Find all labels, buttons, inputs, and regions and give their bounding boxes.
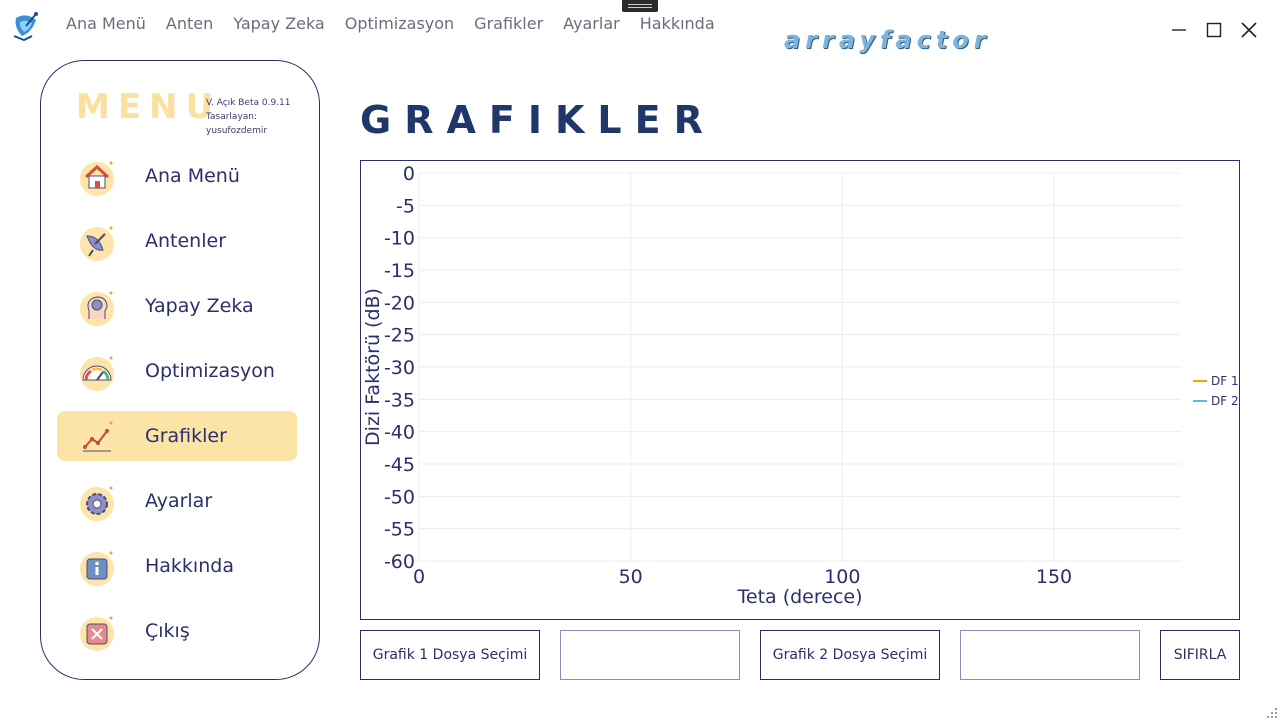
home-icon <box>77 157 117 197</box>
sidebar-item-hakkinda[interactable]: Hakkında <box>57 541 297 591</box>
author-label: Tasarlayan: yusufozdemir <box>206 112 268 136</box>
brand-logo: arrayfactor <box>784 26 991 54</box>
x-tick-label: 50 <box>619 566 643 588</box>
brain-head-icon <box>77 287 117 327</box>
window-drag-handle[interactable] <box>622 0 658 12</box>
file-1-select-button[interactable]: Grafik 1 Dosya Seçimi <box>360 630 540 680</box>
chart-panel[interactable]: 0 50 100 150 0 -5 -10 -15 -20 -25 -30 -35 -40 -45 -50… <box>360 160 1240 620</box>
legend-label: DF 1 <box>1211 374 1239 388</box>
close-button[interactable] <box>1231 18 1266 42</box>
window-controls <box>1161 18 1266 42</box>
array-factor-chart: 0 50 100 150 0 -5 -10 -15 -20 -25 -30 -35 -40 -45 -50… <box>362 163 1239 608</box>
y-tick-label: 0 <box>403 163 415 185</box>
sidebar-item-label: Ayarlar <box>145 490 213 512</box>
maximize-button[interactable] <box>1196 18 1231 42</box>
x-ticks: 0 50 100 150 <box>413 566 1072 588</box>
menu-grafikler[interactable]: Grafikler <box>464 14 553 33</box>
maximize-icon <box>1206 22 1221 38</box>
sidebar-item-label: Hakkında <box>145 555 234 577</box>
y-tick-label: -25 <box>384 325 415 347</box>
sidebar: MENU V. Açık Beta 0.9.11 Tasarlayan: yus… <box>40 60 320 680</box>
sidebar-item-label: Grafikler <box>145 425 227 447</box>
menu-hakkinda[interactable]: Hakkında <box>630 14 725 33</box>
file-2-select-button[interactable]: Grafik 2 Dosya Seçimi <box>760 630 940 680</box>
line-chart-icon <box>77 417 117 457</box>
x-tick-label: 150 <box>1036 566 1072 588</box>
reset-button[interactable]: SIFIRLA <box>1160 630 1240 680</box>
menu-ana-menu[interactable]: Ana Menü <box>56 14 156 33</box>
legend-label: DF 2 <box>1211 394 1239 408</box>
x-axis-label: Teta (derece) <box>737 586 863 608</box>
y-tick-label: -55 <box>384 519 415 541</box>
file-1-path-field[interactable] <box>560 630 740 680</box>
sidebar-item-optimizasyon[interactable]: Optimizasyon <box>57 346 297 396</box>
x-tick-label: 100 <box>824 566 860 588</box>
sidebar-item-antenler[interactable]: Antenler <box>57 216 297 266</box>
y-ticks: 0 -5 -10 -15 -20 -25 -30 -35 -40 -45 -50 -55 -60 <box>384 163 415 573</box>
file-2-path-field[interactable] <box>960 630 1140 680</box>
version-info: V. Açık Beta 0.9.11 Tasarlayan: yusufozd… <box>206 96 319 138</box>
sidebar-item-label: Çıkış <box>145 620 190 642</box>
y-tick-label: -20 <box>384 292 415 314</box>
sidebar-item-label: Antenler <box>145 230 227 252</box>
gear-icon <box>77 482 117 522</box>
sidebar-item-label: Yapay Zeka <box>145 295 254 317</box>
sidebar-item-label: Optimizasyon <box>145 360 275 382</box>
y-tick-label: -60 <box>384 551 415 573</box>
sidebar-title: MENU <box>76 87 222 127</box>
gauge-icon <box>77 352 117 392</box>
sidebar-item-ayarlar[interactable]: Ayarlar <box>57 476 297 526</box>
sidebar-item-cikis[interactable]: Çıkış <box>57 606 297 656</box>
sidebar-item-label: Ana Menü <box>145 165 240 187</box>
y-tick-label: -30 <box>384 357 415 379</box>
y-tick-label: -15 <box>384 260 415 282</box>
menu-anten[interactable]: Anten <box>156 14 223 33</box>
page-title: GRAFIKLER <box>360 98 716 142</box>
exit-icon <box>77 612 117 652</box>
sidebar-item-grafikler[interactable]: Grafikler <box>57 411 297 461</box>
y-tick-label: -5 <box>396 195 415 217</box>
y-tick-label: -45 <box>384 454 415 476</box>
y-tick-label: -50 <box>384 486 415 508</box>
close-icon <box>1240 22 1257 38</box>
minimize-button[interactable] <box>1161 18 1196 42</box>
y-tick-label: -40 <box>384 422 415 444</box>
sidebar-item-yapay-zeka[interactable]: Yapay Zeka <box>57 281 297 331</box>
menu-optimizasyon[interactable]: Optimizasyon <box>335 14 464 33</box>
menu-ayarlar[interactable]: Ayarlar <box>553 14 630 33</box>
info-icon <box>77 547 117 587</box>
y-tick-label: -10 <box>384 228 415 250</box>
app-logo-icon <box>10 10 42 42</box>
chart-grid <box>418 172 1181 562</box>
menubar: Ana Menü Anten Yapay Zeka Optimizasyon G… <box>56 14 725 33</box>
minimize-icon <box>1171 29 1186 31</box>
menu-yapay-zeka[interactable]: Yapay Zeka <box>223 14 334 33</box>
chart-legend: DF 1 DF 2 <box>1193 374 1239 408</box>
sidebar-item-ana-menu[interactable]: Ana Menü <box>57 151 297 201</box>
y-tick-label: -35 <box>384 389 415 411</box>
satellite-dish-icon <box>77 222 117 262</box>
resize-grip-icon[interactable] <box>1266 706 1278 718</box>
version-label: V. Açık Beta 0.9.11 <box>206 98 291 108</box>
y-axis-label: Dizi Faktörü (dB) <box>362 288 384 446</box>
